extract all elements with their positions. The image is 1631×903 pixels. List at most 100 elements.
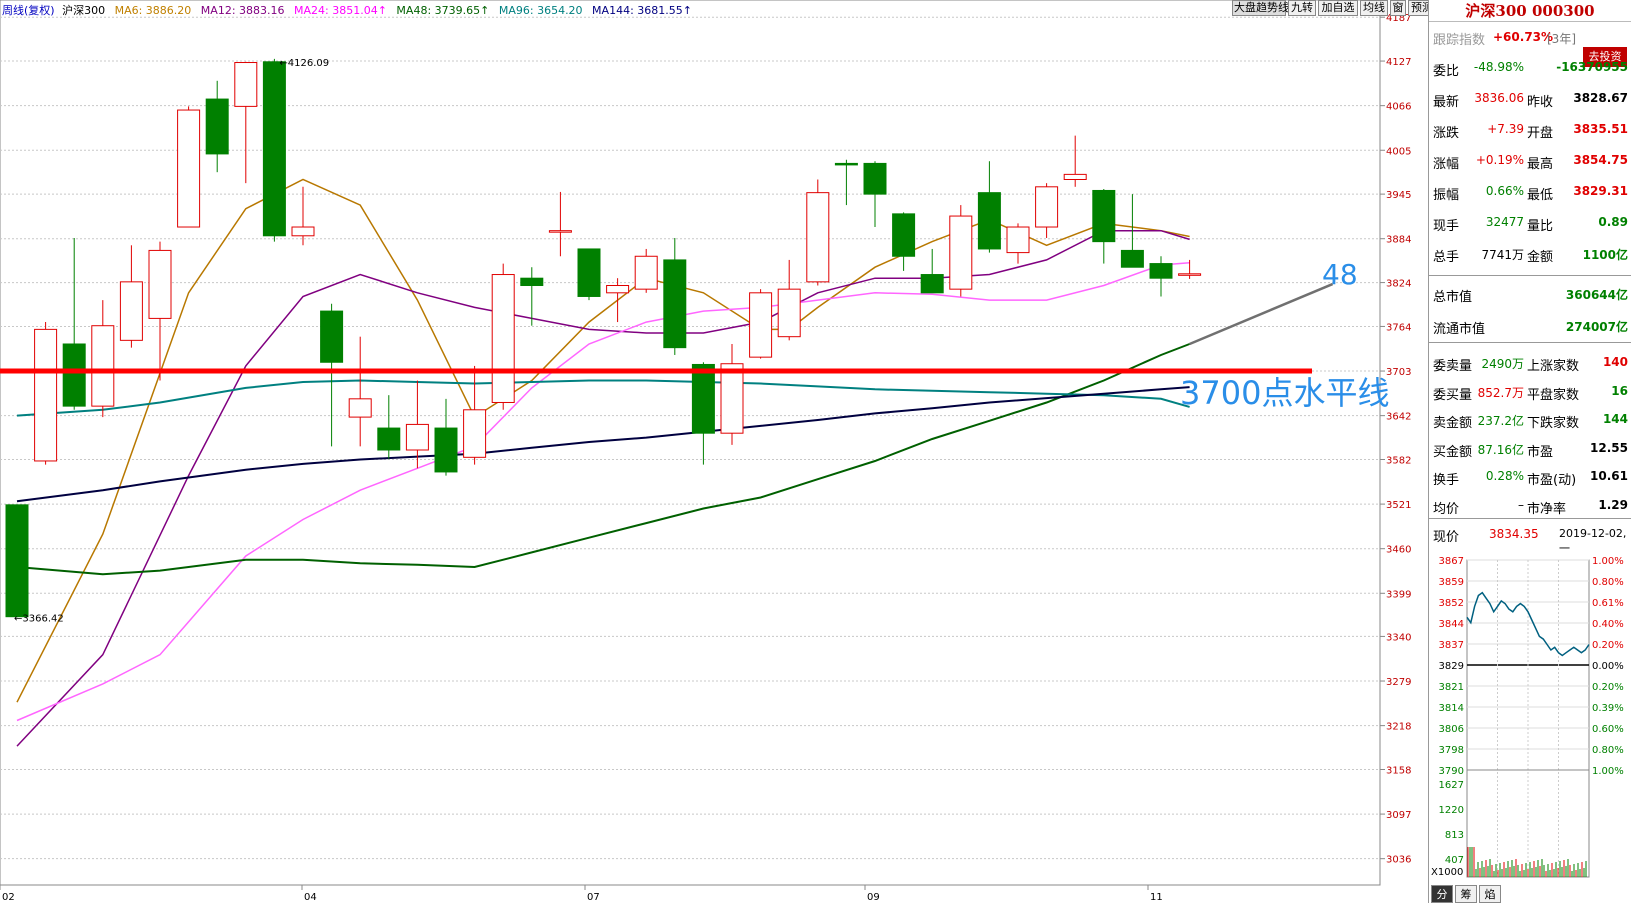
ma-legend-item: MA96: 3654.20 — [495, 4, 583, 17]
candle-body — [1149, 263, 1173, 279]
breadth-row: 委买量 852.7万 平盘家数 16 — [1429, 376, 1631, 406]
ma-legend-item: MA6: 3886.20 — [114, 4, 192, 17]
x-tick-label: 07 — [587, 892, 600, 903]
mini-tab-2[interactable]: 焰 — [1479, 885, 1501, 903]
candle[interactable] — [577, 248, 601, 301]
panel-divider — [1429, 518, 1631, 519]
y-tick-label: 3097 — [1386, 810, 1411, 821]
panel-divider — [1429, 342, 1631, 343]
ma-legend-item: MA24: 3851.04↑ — [290, 4, 387, 17]
intraday-minute-chart[interactable]: 3867 1.00% 3859 0.80% 3852 0.61% 3844 0.40% 3837… — [1429, 552, 1631, 885]
toolbar-btn-4[interactable]: 窗 — [1390, 0, 1406, 16]
mini-tab-0[interactable]: 分 — [1431, 885, 1453, 903]
quote-label-2: 量比 — [1527, 219, 1554, 234]
mini-left-tick: 3837 — [1439, 640, 1464, 651]
quote-row: 最新 3836.06 昨收 3828.67 — [1429, 83, 1631, 113]
breadth-label: 卖金额 — [1433, 416, 1473, 431]
candle-body — [949, 215, 973, 290]
mini-right-tick: 0.80% — [1592, 745, 1624, 756]
quote-label: 涨幅 — [1433, 157, 1460, 172]
y-tick-label: 3279 — [1386, 677, 1411, 688]
quote-panel: 沪深300 000300 跟踪指数 +60.73% [3年] 去投资 委比 -48… — [1428, 0, 1631, 903]
mini-right-tick: 1.00% — [1592, 556, 1624, 567]
quote-label: 振幅 — [1433, 188, 1460, 203]
ma-legend-item: MA12: 3883.16 — [197, 4, 285, 17]
breadth-label-2: 平盘家数 — [1527, 387, 1580, 403]
toolbar-btn-3[interactable]: 均线 — [1360, 0, 1388, 16]
candlestick-chart[interactable]: 4187412740664005394538843824376437033642… — [0, 0, 1428, 903]
quote-label: 最新 — [1433, 95, 1460, 110]
x-tick-label: 09 — [867, 892, 880, 903]
x-tick-label: 11 — [1150, 892, 1163, 903]
breadth-row: 委卖量 2490万 上涨家数 140 — [1429, 347, 1631, 377]
candle-body — [262, 61, 286, 237]
mini-left-tick: 3821 — [1439, 682, 1464, 693]
candle-body — [1063, 173, 1087, 180]
period-label[interactable]: 周线(复权) — [2, 4, 55, 17]
quote-row: 委比 -48.98% -16370955 — [1429, 52, 1631, 82]
candle-body — [91, 325, 115, 407]
mini-vol-tick: 813 — [1445, 830, 1464, 841]
market-cap-label: 总市值 — [1433, 290, 1473, 305]
breadth-label-2: 市净率 — [1527, 501, 1567, 517]
breadth-value-2: 144 — [1602, 412, 1628, 426]
breadth-label: 均价 — [1433, 501, 1460, 517]
mini-right-tick: 0.60% — [1592, 724, 1624, 735]
quote-value: -48.98% — [1473, 60, 1524, 74]
y-tick-label: 3642 — [1386, 412, 1411, 423]
min-price-label: ←3366.42 — [14, 613, 64, 624]
candle[interactable] — [806, 179, 830, 286]
candle-body — [434, 427, 458, 473]
mini-left-tick: 3814 — [1439, 703, 1464, 714]
breadth-label-2: 市盈 — [1527, 444, 1554, 460]
quote-value: +7.39 — [1487, 122, 1524, 136]
candle-body — [119, 281, 143, 341]
quote-value: +0.19% — [1475, 153, 1524, 167]
breadth-label-2: 下跌家数 — [1527, 416, 1580, 431]
track-label[interactable]: 跟踪指数 — [1433, 29, 1485, 48]
market-cap-label: 流通市值 — [1433, 322, 1486, 337]
market-cap-row: 总市值 360644亿 — [1429, 278, 1631, 308]
y-tick-label: 3340 — [1386, 632, 1411, 643]
mini-tab-1[interactable]: 筹 — [1455, 885, 1477, 903]
mini-vol-unit: X1000 — [1431, 867, 1463, 878]
candle-body — [34, 328, 58, 462]
candle-body — [491, 274, 515, 403]
quote-value-2: 3829.31 — [1573, 184, 1628, 198]
toolbar-btn-1[interactable]: 九转 — [1288, 0, 1316, 16]
mini-left-tick: 3790 — [1439, 766, 1464, 777]
mini-left-tick: 3829 — [1439, 661, 1464, 672]
max-price-label: ←4126.09 — [279, 58, 329, 69]
candle-body — [1006, 226, 1030, 254]
candle[interactable] — [5, 504, 29, 618]
mini-right-tick: 0.80% — [1592, 577, 1624, 588]
breadth-value: 87.16亿 — [1477, 442, 1524, 457]
mini-right-tick: 0.00% — [1592, 661, 1624, 672]
candle-body — [405, 423, 429, 451]
candle[interactable] — [491, 263, 515, 410]
quote-value: 3836.06 — [1474, 91, 1524, 105]
candle[interactable] — [262, 58, 286, 242]
quote-label: 总手 — [1433, 250, 1460, 265]
candle[interactable] — [949, 205, 973, 297]
panel-divider — [1429, 275, 1631, 276]
breadth-row: 换手 0.28% 市盈(动) 10.61 — [1429, 461, 1631, 491]
toolbar-btn-0[interactable]: 大盘趋势线 — [1232, 0, 1289, 16]
mini-right-tick: 0.39% — [1592, 703, 1624, 714]
candle[interactable] — [177, 106, 201, 228]
candle-body — [777, 288, 801, 338]
breadth-value: 237.2亿 — [1477, 414, 1524, 428]
candle-body — [62, 343, 86, 407]
toolbar-btn-2[interactable]: 加自选 — [1318, 0, 1358, 16]
candle[interactable] — [749, 289, 773, 359]
breadth-row: 均价 – 市净率 1.29 — [1429, 490, 1631, 520]
mini-left-tick: 3844 — [1439, 619, 1464, 630]
breadth-label: 委卖量 — [1433, 359, 1473, 374]
candle[interactable] — [34, 322, 58, 465]
quote-value-2: 3828.67 — [1573, 91, 1628, 105]
y-tick-label: 3036 — [1386, 855, 1411, 866]
quote-label-2: 最低 — [1527, 188, 1554, 203]
ma-legend-item: MA48: 3739.65↑ — [392, 4, 490, 17]
y-tick-label: 3399 — [1386, 589, 1411, 600]
quote-row: 涨跌 +7.39 开盘 3835.51 — [1429, 114, 1631, 144]
